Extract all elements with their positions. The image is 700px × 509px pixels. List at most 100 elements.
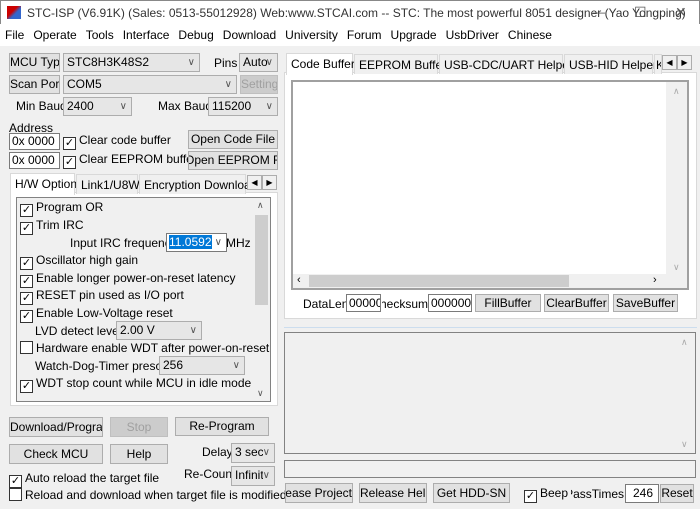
menu-forum[interactable]: Forum: [342, 24, 386, 42]
code-buffer-textarea[interactable]: [293, 82, 666, 274]
checksum-input[interactable]: 000000: [428, 294, 472, 312]
delay-select[interactable]: 3 sec ∨: [231, 443, 275, 463]
trim-irc-checkbox[interactable]: ✓ Trim IRC: [20, 218, 84, 235]
reload-download-label: Reload and download when target file is …: [25, 488, 287, 502]
scan-port-button[interactable]: Scan Port: [9, 75, 60, 94]
download-program-button[interactable]: Download/Program: [9, 417, 103, 437]
chevron-down-icon: ∨: [265, 101, 273, 112]
horizontal-scrollbar[interactable]: ‹ ›: [293, 274, 687, 288]
code-address-input[interactable]: 0x 0000: [9, 133, 60, 150]
menu-usbdriver[interactable]: UsbDriver: [441, 24, 503, 42]
tab-usb-cdc-uart-helper[interactable]: USB-CDC/UART Helper: [439, 54, 573, 74]
menu-upgrade[interactable]: Upgrade: [386, 24, 441, 42]
longer-por-label: Enable longer power-on-reset latency: [36, 271, 236, 285]
tab-more[interactable]: K: [654, 54, 662, 74]
maximize-button[interactable]: ☐: [634, 4, 647, 21]
auto-reload-checkbox[interactable]: ✓ Auto reload the target file: [9, 471, 159, 488]
mcu-type-button[interactable]: MCU Type: [9, 53, 60, 72]
splitter[interactable]: [284, 327, 697, 328]
tab-code-buffer[interactable]: Code Buffer: [286, 53, 355, 75]
scroll-down-icon[interactable]: ∨: [673, 262, 680, 273]
scroll-up-icon[interactable]: ∧: [673, 86, 680, 97]
menu-operate[interactable]: Operate: [28, 24, 80, 42]
release-project-button[interactable]: Release Project: [285, 483, 353, 503]
tab-hw-option[interactable]: H/W Option: [10, 173, 77, 195]
tab-scroll-left-button[interactable]: ◀: [662, 55, 677, 70]
fill-buffer-button[interactable]: FillBuffer: [475, 294, 541, 312]
scroll-down-icon[interactable]: ∨: [681, 439, 688, 450]
get-hdd-sn-button[interactable]: Get HDD-SN: [433, 483, 510, 503]
pass-times-input[interactable]: 246: [625, 484, 659, 503]
beep-checkbox[interactable]: ✓ Beep: [524, 486, 568, 503]
options-scrollbar[interactable]: ∧ ∨: [253, 198, 270, 401]
program-or-checkbox[interactable]: ✓ Program OR: [20, 200, 103, 217]
pins-select[interactable]: Auto ∨: [239, 53, 278, 72]
eeprom-address-input[interactable]: 0x 0000: [9, 152, 60, 169]
tab-eeprom-buffer[interactable]: EEPROM Buffer: [354, 54, 446, 74]
mcu-type-select[interactable]: STC8H3K48S2 ∨: [63, 53, 200, 72]
check-mcu-button[interactable]: Check MCU: [9, 444, 103, 464]
menu-debug[interactable]: Debug: [173, 24, 217, 42]
check-icon: ✓: [20, 257, 33, 270]
datalen-input[interactable]: 00000: [346, 294, 381, 312]
reset-button[interactable]: Reset: [660, 484, 694, 503]
tab-usb-hid-helper[interactable]: USB-HID Helper: [564, 54, 657, 74]
clear-code-checkbox[interactable]: ✓ Clear code buffer: [63, 133, 171, 150]
tab-link1-u8w[interactable]: Link1/U8W: [76, 174, 140, 194]
check-icon: ✓: [524, 490, 537, 503]
menu-chinese[interactable]: Chinese: [503, 24, 556, 42]
menu-university[interactable]: University: [280, 24, 342, 42]
help-button[interactable]: Help: [110, 444, 168, 464]
menu-interface[interactable]: Interface: [118, 24, 174, 42]
wdt-idle-checkbox[interactable]: ✓ WDT stop count while MCU in idle mode: [20, 376, 251, 393]
log-output[interactable]: ∧ ∨: [284, 332, 696, 454]
reprogram-button[interactable]: Re-Program: [175, 417, 269, 436]
menu-download[interactable]: Download: [218, 24, 280, 42]
menu-tools[interactable]: Tools: [81, 24, 118, 42]
open-code-file-button[interactable]: Open Code File: [188, 130, 278, 149]
scroll-thumb[interactable]: [255, 215, 268, 305]
pins-label: Pins: [214, 56, 238, 70]
max-baud-select[interactable]: 115200 ∨: [208, 97, 278, 116]
check-icon: ✓: [63, 156, 76, 169]
clear-eeprom-checkbox[interactable]: ✓ Clear EEPROM buffer: [63, 152, 197, 169]
port-select[interactable]: COM5 ∨: [63, 75, 237, 94]
scroll-up-icon[interactable]: ∧: [257, 200, 264, 211]
tab-scroll-left-button[interactable]: ◀: [247, 175, 262, 190]
close-button[interactable]: ✕: [675, 4, 687, 21]
irc-frequency-select[interactable]: 11.0592 ∨: [166, 233, 227, 252]
scroll-thumb[interactable]: [309, 275, 569, 287]
wdt-prescale-select[interactable]: 256 ∨: [159, 356, 245, 375]
menu-file[interactable]: File: [0, 24, 28, 42]
hw-wdt-checkbox[interactable]: Hardware enable WDT after power-on-reset: [20, 341, 269, 355]
scroll-down-icon[interactable]: ∨: [257, 388, 264, 399]
chevron-down-icon: ∨: [187, 57, 195, 68]
recount-select[interactable]: Infinite ∨: [231, 466, 275, 486]
pass-times-text: PassTimes: [571, 487, 624, 501]
release-project-label: Release Project: [285, 486, 352, 500]
clear-buffer-button[interactable]: ClearBuffer: [544, 294, 609, 312]
port-value: COM5: [67, 77, 102, 91]
check-icon: ✓: [20, 292, 33, 305]
reset-io-checkbox[interactable]: ✓ RESET pin used as I/O port: [20, 288, 184, 305]
tab-scroll-right-button[interactable]: ▶: [262, 175, 277, 190]
pins-value: Auto: [243, 55, 268, 69]
longer-por-checkbox[interactable]: ✓ Enable longer power-on-reset latency: [20, 271, 235, 288]
stop-button[interactable]: Stop: [110, 417, 168, 437]
setting-button[interactable]: Setting: [240, 75, 278, 94]
reload-download-checkbox[interactable]: Reload and download when target file is …: [9, 488, 287, 502]
min-baud-select[interactable]: 2400 ∨: [63, 97, 132, 116]
minimize-button[interactable]: —: [593, 5, 605, 19]
lvd-select[interactable]: 2.00 V ∨: [116, 321, 202, 340]
min-baud-value: 2400: [67, 99, 94, 113]
scroll-left-icon[interactable]: ‹: [297, 274, 301, 286]
release-help-button[interactable]: Release Help: [359, 483, 427, 503]
scroll-right-icon[interactable]: ›: [653, 274, 657, 286]
osc-gain-checkbox[interactable]: ✓ Oscillator high gain: [20, 253, 138, 270]
open-eeprom-file-button[interactable]: Open EEPROM File: [188, 151, 278, 170]
tab-encryption-download[interactable]: Encryption Download: [139, 174, 257, 194]
tab-scroll-right-button[interactable]: ▶: [677, 55, 692, 70]
chevron-down-icon: ∨: [232, 360, 240, 371]
save-buffer-button[interactable]: SaveBuffer: [613, 294, 678, 312]
scroll-up-icon[interactable]: ∧: [681, 337, 688, 348]
